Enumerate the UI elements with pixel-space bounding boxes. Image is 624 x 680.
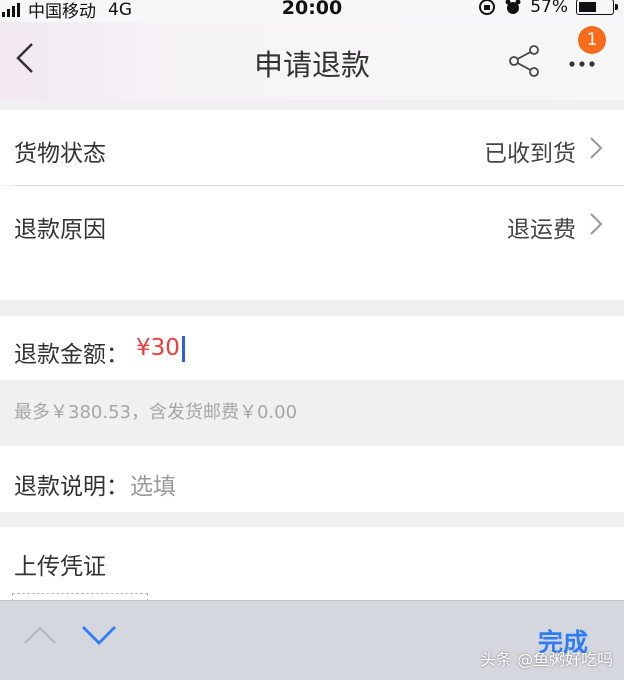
goods-status-row[interactable]: 货物状态 已收到货 <box>0 110 624 185</box>
refund-amount-label: 退款金额： <box>14 342 129 368</box>
chevron-right-icon <box>590 137 603 159</box>
goods-status-label: 货物状态 <box>14 141 106 167</box>
notification-badge: 1 <box>578 26 606 54</box>
goods-status-value: 已收到货 <box>484 141 576 167</box>
refund-note-label: 退款说明： <box>14 474 129 500</box>
watermark-text: 头条 @鱼粥好吃吗 <box>480 650 614 669</box>
text-cursor <box>181 335 185 362</box>
refund-amount-row: 退款金额： ¥30 <box>0 316 624 380</box>
upload-proof-row: 上传凭证 <box>0 527 624 601</box>
chevron-right-icon <box>590 213 603 235</box>
battery-percent: 57% <box>530 0 568 17</box>
refund-reason-label: 退款原因 <box>14 217 106 243</box>
refund-limit-hint: 最多￥380.53，含发货邮费￥0.00 <box>14 402 298 423</box>
refund-note-row: 退款说明： 选填 <box>0 446 624 512</box>
rotation-lock-icon <box>479 0 496 15</box>
share-icon[interactable] <box>506 42 542 78</box>
status-right: 57% <box>478 0 618 17</box>
refund-amount-input[interactable]: ¥30 <box>136 335 185 362</box>
refund-reason-row[interactable]: 退款原因 退运费 <box>0 186 624 300</box>
chevron-up-icon[interactable] <box>22 623 58 647</box>
chevron-down-icon[interactable] <box>80 623 118 647</box>
alarm-icon <box>505 0 521 14</box>
currency-symbol: ¥ <box>136 335 151 361</box>
refund-amount-value: 30 <box>150 335 180 361</box>
battery-icon <box>576 0 618 15</box>
nav-bar: 申请退款 <box>0 22 624 100</box>
upload-proof-label: 上传凭证 <box>14 554 106 580</box>
refund-note-input[interactable]: 选填 <box>130 467 176 501</box>
battery-fill <box>579 2 596 12</box>
refund-reason-value: 退运费 <box>507 217 576 243</box>
status-bar: 中国移动 4G 20:00 57% <box>0 0 624 22</box>
